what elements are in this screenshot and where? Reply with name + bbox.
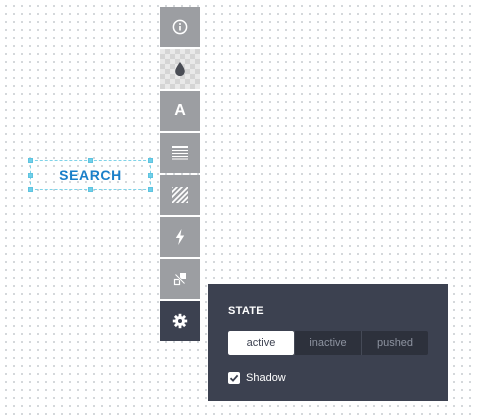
state-option-inactive[interactable]: inactive bbox=[294, 331, 361, 355]
resize-handle-right[interactable] bbox=[148, 173, 153, 178]
actions-button[interactable] bbox=[160, 217, 200, 257]
lightning-icon bbox=[175, 229, 185, 245]
search-button-widget[interactable]: SEARCH bbox=[28, 158, 153, 192]
resize-handle-top[interactable] bbox=[88, 158, 93, 163]
info-button[interactable] bbox=[160, 7, 200, 47]
color-button[interactable] bbox=[160, 49, 200, 89]
resize-handle-bottom[interactable] bbox=[88, 187, 93, 192]
shadow-checkbox[interactable] bbox=[228, 372, 240, 384]
fill-button[interactable] bbox=[160, 133, 200, 173]
settings-panel: STATE active inactive pushed Shadow bbox=[208, 284, 448, 401]
hotspot-icon bbox=[173, 272, 187, 286]
diagonal-stripes-icon bbox=[172, 187, 188, 203]
state-heading: STATE bbox=[228, 305, 264, 317]
resize-handle-left[interactable] bbox=[28, 173, 33, 178]
resize-handle-top-right[interactable] bbox=[148, 158, 153, 163]
pattern-button[interactable] bbox=[160, 175, 200, 215]
info-icon bbox=[172, 19, 188, 35]
widget-label: SEARCH bbox=[59, 167, 122, 183]
shadow-label: Shadow bbox=[246, 372, 286, 384]
resize-handle-bottom-right[interactable] bbox=[148, 187, 153, 192]
interactions-button[interactable] bbox=[160, 259, 200, 299]
checkmark-icon bbox=[229, 374, 239, 382]
design-canvas[interactable]: SEARCH A STATE active inactive pushed Sh… bbox=[0, 0, 477, 416]
resize-handle-top-left[interactable] bbox=[28, 158, 33, 163]
state-segmented-control: active inactive pushed bbox=[228, 331, 428, 355]
droplet-icon bbox=[174, 61, 186, 77]
text-a-icon: A bbox=[174, 102, 186, 119]
state-option-active[interactable]: active bbox=[228, 331, 294, 355]
state-option-pushed[interactable]: pushed bbox=[361, 331, 428, 355]
horizontal-lines-icon bbox=[172, 146, 188, 160]
settings-button[interactable] bbox=[160, 301, 200, 341]
shadow-option[interactable]: Shadow bbox=[228, 371, 428, 385]
text-style-button[interactable]: A bbox=[160, 91, 200, 131]
gear-icon bbox=[172, 313, 188, 329]
resize-handle-bottom-left[interactable] bbox=[28, 187, 33, 192]
